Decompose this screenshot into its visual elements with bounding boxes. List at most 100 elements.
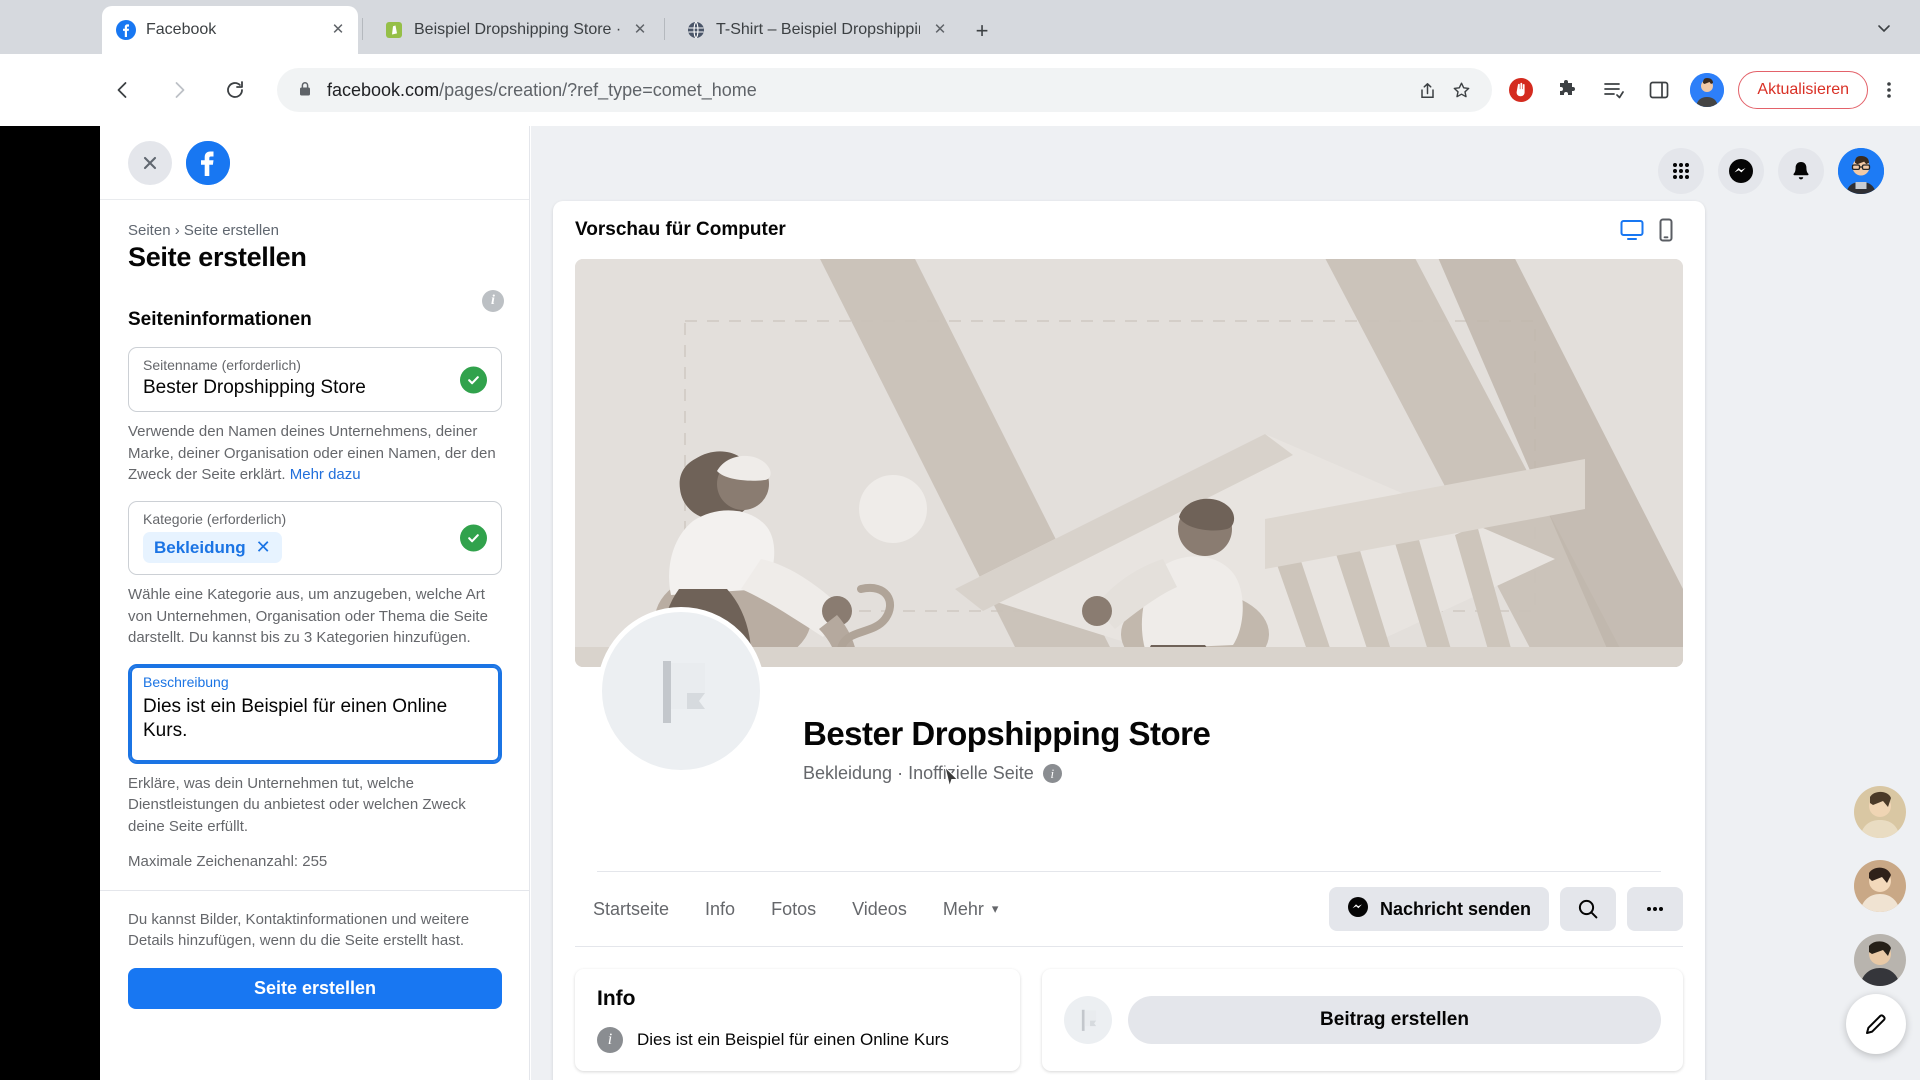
reading-list-icon[interactable] — [1596, 73, 1630, 107]
browser-window: Facebook ✕ Beispiel Dropshipping Store ·… — [0, 0, 1920, 1080]
browser-tab-3[interactable]: T-Shirt – Beispiel Dropshipping ✕ — [672, 6, 960, 54]
phone-icon[interactable] — [1649, 213, 1683, 247]
url-text: facebook.com/pages/creation/?ref_type=co… — [327, 80, 1410, 101]
description-field[interactable]: Beschreibung Dies ist ein Beispiel für e… — [128, 664, 502, 764]
forward-arrow-icon[interactable] — [159, 70, 199, 110]
valid-check-icon — [460, 366, 487, 393]
search-icon[interactable] — [1560, 887, 1616, 931]
messenger-icon[interactable] — [1718, 148, 1764, 194]
page-name-label: Seitenname (erforderlich) — [143, 357, 487, 373]
update-button[interactable]: Aktualisieren — [1738, 71, 1868, 109]
update-button-label: Aktualisieren — [1757, 81, 1849, 99]
category-helper: Wähle eine Kategorie aus, um anzugeben, … — [128, 584, 502, 648]
create-post-input[interactable]: Beitrag erstellen — [1128, 996, 1661, 1044]
info-icon[interactable]: i — [482, 290, 504, 312]
page-avatar-small — [1064, 996, 1112, 1044]
info-icon: i — [597, 1027, 623, 1053]
tab-mehr[interactable]: Mehr ▾ — [925, 889, 1017, 930]
address-bar[interactable]: facebook.com/pages/creation/?ref_type=co… — [277, 68, 1492, 112]
category-chip-label: Bekleidung — [154, 538, 246, 558]
account-avatar[interactable] — [1838, 148, 1884, 194]
monitor-icon[interactable] — [1615, 213, 1649, 247]
info-icon[interactable]: i — [1043, 764, 1062, 783]
learn-more-link[interactable]: Mehr dazu — [290, 466, 361, 483]
tab-search-icon[interactable] — [1870, 18, 1898, 46]
tab-info[interactable]: Info — [687, 889, 753, 930]
preview-header: Vorschau für Computer — [553, 201, 1705, 259]
tab-divider — [362, 18, 363, 40]
close-tab-icon[interactable]: ✕ — [930, 20, 950, 40]
globe-icon — [686, 20, 706, 40]
page-title: Seite erstellen — [128, 242, 502, 273]
contacts-rail — [1854, 786, 1906, 986]
description-value: Dies ist ein Beispiel für einen Online K… — [143, 695, 487, 744]
create-page-sidebar: Seiten › Seite erstellen Seite erstellen… — [100, 126, 530, 1080]
left-black-rail — [0, 126, 100, 1080]
main-preview-area: Vorschau für Computer — [531, 126, 1920, 1080]
chevron-down-icon: ▾ — [992, 901, 999, 917]
puzzle-icon[interactable] — [1550, 73, 1584, 107]
page-profile-row: Bester Dropshipping Store Bekleidung · I… — [575, 667, 1683, 872]
sidebar-header — [100, 126, 529, 200]
mouse-cursor — [944, 766, 960, 793]
facebook-logo-icon[interactable] — [186, 141, 230, 185]
adblock-icon[interactable] — [1504, 73, 1538, 107]
page-meta: Bekleidung · Inoffizielle Seite i — [803, 763, 1062, 784]
send-message-button[interactable]: Nachricht senden — [1329, 887, 1549, 931]
contact-avatar-3[interactable] — [1854, 934, 1906, 986]
page-name-field[interactable]: Seitenname (erforderlich) Bester Dropshi… — [128, 347, 502, 412]
tab-label: Mehr — [943, 899, 984, 920]
share-icon[interactable] — [1410, 73, 1444, 107]
browser-tab-2[interactable]: Beispiel Dropshipping Store · H ✕ — [370, 6, 660, 54]
new-tab-button[interactable]: + — [968, 18, 996, 46]
send-message-label: Nachricht senden — [1380, 899, 1531, 920]
info-card-line: i Dies ist ein Beispiel für einen Online… — [597, 1027, 998, 1053]
page-avatar[interactable] — [597, 607, 765, 775]
breadcrumb: Seiten › Seite erstellen — [128, 222, 502, 239]
compose-message-button[interactable] — [1846, 994, 1906, 1054]
star-icon[interactable] — [1444, 73, 1478, 107]
lock-icon — [297, 80, 313, 100]
category-chip[interactable]: Bekleidung ✕ — [143, 532, 282, 563]
description-helper: Erkläre, was dein Unternehmen tut, welch… — [128, 773, 502, 837]
tab-label: Startseite — [593, 899, 669, 920]
close-tab-icon[interactable]: ✕ — [328, 20, 348, 40]
page-name-display: Bester Dropshipping Store — [803, 715, 1210, 753]
notifications-bell-icon[interactable] — [1778, 148, 1824, 194]
max-characters-note: Maximale Zeichenanzahl: 255 — [128, 853, 502, 870]
tab-label: Videos — [852, 899, 907, 920]
contact-avatar-1[interactable] — [1854, 786, 1906, 838]
shopify-icon — [384, 20, 404, 40]
tab-strip: Facebook ✕ Beispiel Dropshipping Store ·… — [0, 0, 1920, 54]
cover-illustration — [575, 259, 1683, 667]
tab-videos[interactable]: Videos — [834, 889, 925, 930]
close-icon[interactable] — [128, 141, 172, 185]
page-content: Seiten › Seite erstellen Seite erstellen… — [0, 126, 1920, 1080]
reload-icon[interactable] — [215, 70, 255, 110]
page-nav-row: Startseite Info Fotos Videos Mehr ▾ Nach… — [575, 872, 1683, 946]
create-page-button[interactable]: Seite erstellen — [128, 968, 502, 1009]
close-tab-icon[interactable]: ✕ — [630, 20, 650, 40]
apps-grid-icon[interactable] — [1658, 148, 1704, 194]
contact-avatar-2[interactable] — [1854, 860, 1906, 912]
bottom-cards: Info i Dies ist ein Beispiel für einen O… — [575, 969, 1683, 1071]
page-name-value: Bester Dropshipping Store — [143, 376, 487, 400]
tab-label: Fotos — [771, 899, 816, 920]
facebook-icon — [116, 20, 136, 40]
ellipsis-icon[interactable] — [1627, 887, 1683, 931]
sidebar-scroll-area[interactable]: Seiten › Seite erstellen Seite erstellen… — [100, 200, 530, 1080]
back-arrow-icon[interactable] — [103, 70, 143, 110]
tab-startseite[interactable]: Startseite — [575, 889, 687, 930]
profile-divider — [597, 871, 1661, 872]
side-panel-icon[interactable] — [1642, 73, 1676, 107]
kebab-menu-icon[interactable] — [1872, 73, 1906, 107]
category-field[interactable]: Kategorie (erforderlich) Bekleidung ✕ — [128, 501, 502, 575]
browser-profile-avatar[interactable] — [1690, 73, 1724, 107]
nav-divider — [575, 946, 1683, 947]
tab-fotos[interactable]: Fotos — [753, 889, 834, 930]
remove-category-icon[interactable]: ✕ — [256, 537, 271, 558]
page-name-helper: Verwende den Namen deines Unternehmens, … — [128, 421, 502, 485]
messenger-icon — [1347, 896, 1369, 923]
valid-check-icon — [460, 525, 487, 552]
browser-tab-1[interactable]: Facebook ✕ — [102, 6, 358, 54]
